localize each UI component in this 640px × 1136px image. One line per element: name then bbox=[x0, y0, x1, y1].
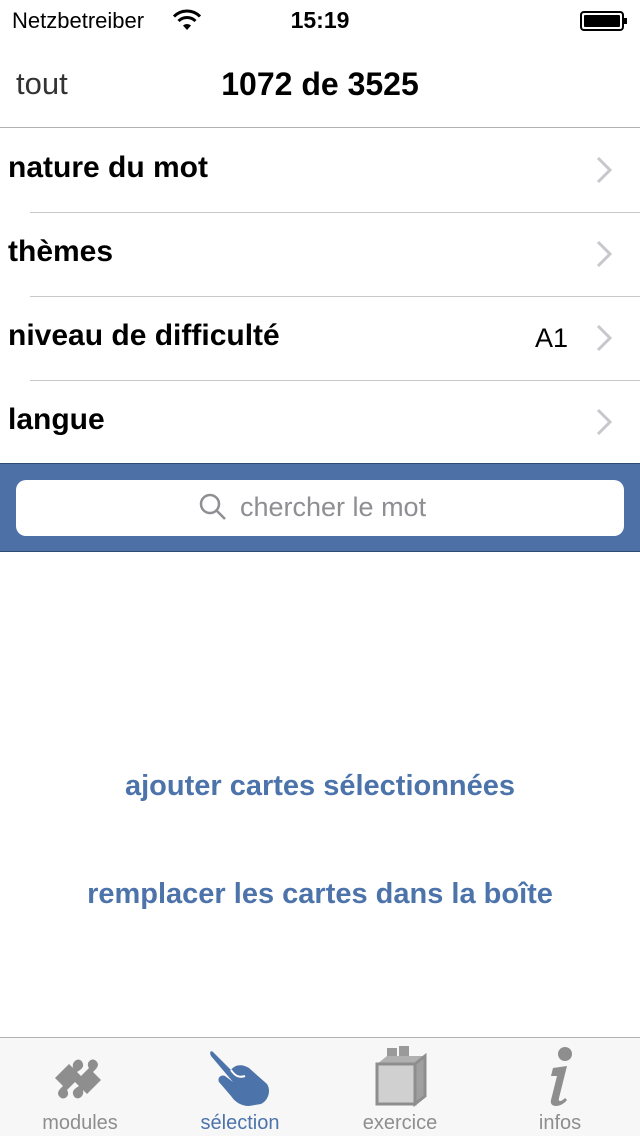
tab-bar: modules sélection exercice infos bbox=[0, 1037, 640, 1136]
tab-selection[interactable]: sélection bbox=[160, 1038, 320, 1136]
tab-info[interactable]: infos bbox=[480, 1038, 640, 1136]
chevron-right-icon bbox=[596, 324, 612, 352]
tab-label: modules bbox=[42, 1112, 118, 1134]
status-bar: Netzbetreiber 15:19 bbox=[0, 0, 640, 40]
chevron-right-icon bbox=[596, 240, 612, 268]
tab-label: infos bbox=[538, 1112, 582, 1134]
filter-row-language[interactable]: langue bbox=[0, 381, 640, 465]
filter-row-themes[interactable]: thèmes bbox=[0, 213, 640, 297]
tab-label: exercice bbox=[362, 1112, 438, 1134]
tab-exercise[interactable]: exercice bbox=[320, 1038, 480, 1136]
navigation-bar: tout 1072 de 3525 bbox=[0, 40, 640, 128]
battery-icon bbox=[580, 11, 627, 31]
hand-icon bbox=[210, 1051, 269, 1106]
filter-list: nature du mot thèmes niveau de difficult… bbox=[0, 129, 640, 465]
add-selected-cards-button[interactable]: ajouter cartes sélectionnées bbox=[0, 770, 640, 803]
search-input[interactable]: chercher le mot bbox=[16, 480, 624, 536]
filter-label: thèmes bbox=[8, 235, 114, 268]
info-icon bbox=[550, 1047, 572, 1106]
search-placeholder: chercher le mot bbox=[240, 492, 427, 522]
chevron-right-icon bbox=[596, 156, 612, 184]
filter-label: niveau de difficulté bbox=[8, 319, 280, 352]
status-time: 15:19 bbox=[290, 7, 350, 33]
tab-label: sélection bbox=[200, 1112, 280, 1134]
filter-label: langue bbox=[8, 403, 105, 436]
search-icon bbox=[199, 493, 226, 520]
page-title: 1072 de 3525 bbox=[221, 66, 419, 102]
filter-row-word-type[interactable]: nature du mot bbox=[0, 129, 640, 213]
filter-label: nature du mot bbox=[8, 151, 208, 184]
tab-modules[interactable]: modules bbox=[0, 1038, 160, 1136]
chevron-right-icon bbox=[596, 408, 612, 436]
filter-value: A1 bbox=[534, 323, 568, 353]
card-box-icon bbox=[375, 1046, 427, 1108]
filter-row-difficulty[interactable]: niveau de difficulté A1 bbox=[0, 297, 640, 381]
puzzle-icon bbox=[55, 1059, 101, 1099]
search-bar: chercher le mot bbox=[0, 463, 640, 552]
replace-cards-button[interactable]: remplacer les cartes dans la boîte bbox=[0, 878, 640, 911]
